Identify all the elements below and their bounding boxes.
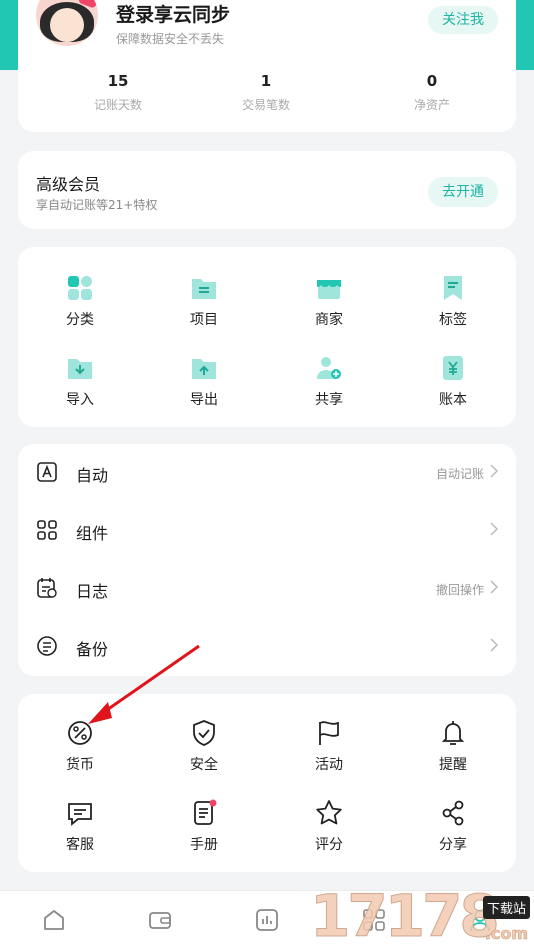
tool-export[interactable]: 导出 bbox=[142, 353, 266, 409]
more-label: 提醒 bbox=[439, 757, 467, 773]
more-currency[interactable]: 货币 bbox=[18, 718, 142, 774]
more-card: 货币 安全 活动 提醒 客服 手册 评分 分享 bbox=[18, 694, 516, 872]
watermark: 17178 下载站 .com bbox=[310, 882, 534, 950]
list-item-value: 撤回操作 bbox=[435, 583, 484, 597]
backup-icon bbox=[37, 636, 57, 656]
open-vip-button[interactable]: 去开通 bbox=[428, 177, 498, 207]
more-label: 货币 bbox=[66, 757, 94, 773]
chevron-right-icon bbox=[490, 464, 499, 478]
chevron-right-icon bbox=[490, 580, 499, 594]
tool-label: 共享 bbox=[315, 392, 343, 408]
more-share[interactable]: 分享 bbox=[391, 798, 515, 854]
more-label: 分享 bbox=[439, 837, 467, 853]
stat-value: 0 bbox=[426, 72, 438, 90]
share-icon bbox=[442, 800, 464, 826]
tool-label: 商家 bbox=[315, 312, 343, 328]
tool-import[interactable]: 导入 bbox=[18, 353, 142, 409]
settings-list: 自动 自动记账 组件 日志 撤回操作 备份 bbox=[18, 444, 516, 676]
more-rating[interactable]: 评分 bbox=[267, 798, 391, 854]
tool-tag[interactable]: 标签 bbox=[391, 273, 515, 329]
more-support[interactable]: 客服 bbox=[18, 798, 142, 854]
profile-card: 登录享云同步 保障数据安全不丢失 关注我 15 记账天数 1 交易笔数 0 净资… bbox=[18, 0, 516, 132]
more-label: 安全 bbox=[190, 757, 218, 773]
export-folder-icon bbox=[192, 359, 216, 379]
stat-label: 净资产 bbox=[413, 98, 450, 112]
list-item-log[interactable]: 日志 撤回操作 bbox=[18, 560, 516, 618]
more-manual[interactable]: 手册 bbox=[142, 798, 266, 854]
chevron-right-icon bbox=[490, 522, 499, 536]
ledger-yen-icon bbox=[443, 356, 463, 380]
list-item-label: 自动 bbox=[76, 466, 109, 485]
list-item-label: 备份 bbox=[76, 640, 109, 659]
vip-card[interactable]: 高级会员 享自动记账等21+特权 去开通 bbox=[18, 151, 516, 229]
tool-share[interactable]: 共享 bbox=[267, 353, 391, 409]
list-item-label: 组件 bbox=[76, 524, 109, 543]
flag-icon bbox=[319, 721, 339, 745]
tool-label: 导入 bbox=[66, 392, 94, 408]
chevron-right-icon bbox=[490, 638, 499, 652]
widgets-grid-icon bbox=[37, 520, 57, 540]
more-label: 客服 bbox=[66, 837, 94, 853]
tool-label: 分类 bbox=[66, 312, 94, 328]
login-title[interactable]: 登录享云同步 bbox=[116, 0, 230, 27]
watermark-domain: .com bbox=[484, 924, 528, 944]
tools-card: 分类 项目 商家 标签 导入 导出 共享 账本 bbox=[18, 247, 516, 427]
manual-book-icon bbox=[194, 799, 217, 825]
share-user-icon bbox=[317, 357, 341, 379]
home-icon[interactable] bbox=[41, 907, 67, 933]
vip-title: 高级会员 bbox=[36, 175, 101, 194]
auto-letter-a-icon bbox=[37, 462, 57, 482]
tool-label: 项目 bbox=[190, 312, 218, 328]
header-accent-left bbox=[0, 0, 20, 70]
login-subtitle: 保障数据安全不丢失 bbox=[116, 32, 225, 46]
bell-icon bbox=[441, 721, 465, 745]
percent-currency-icon bbox=[68, 721, 92, 745]
tool-merchant[interactable]: 商家 bbox=[267, 273, 391, 329]
tool-label: 账本 bbox=[439, 392, 467, 408]
list-item-value: 自动记账 bbox=[435, 467, 484, 481]
vip-subtitle: 享自动记账等21+特权 bbox=[36, 198, 158, 212]
store-icon bbox=[317, 280, 341, 299]
category-grid-icon bbox=[68, 276, 92, 300]
chat-bubble-icon bbox=[68, 803, 92, 826]
star-icon bbox=[316, 800, 342, 825]
list-item-widgets[interactable]: 组件 bbox=[18, 502, 516, 560]
more-security[interactable]: 安全 bbox=[142, 718, 266, 774]
stat-net-assets[interactable]: 0 净资产 bbox=[372, 72, 492, 113]
more-label: 评分 bbox=[315, 837, 343, 853]
tool-label: 标签 bbox=[439, 312, 467, 328]
list-item-label: 日志 bbox=[76, 582, 109, 601]
wallet-icon[interactable] bbox=[147, 907, 173, 933]
stats-icon[interactable] bbox=[254, 907, 280, 933]
watermark-digits: 17178 bbox=[310, 882, 501, 950]
stats-row: 15 记账天数 1 交易笔数 0 净资产 bbox=[18, 72, 516, 122]
stat-transactions[interactable]: 1 交易笔数 bbox=[206, 72, 326, 113]
watermark-tag: 下载站 bbox=[482, 896, 530, 919]
log-calendar-icon bbox=[37, 578, 57, 598]
bookmark-tag-icon bbox=[444, 276, 462, 300]
more-reminder[interactable]: 提醒 bbox=[391, 718, 515, 774]
project-folder-icon bbox=[192, 279, 216, 299]
import-folder-icon bbox=[68, 359, 92, 379]
header-accent-right bbox=[514, 0, 534, 70]
stat-value: 1 bbox=[260, 72, 272, 90]
tool-ledger[interactable]: 账本 bbox=[391, 353, 515, 409]
list-item-backup[interactable]: 备份 bbox=[18, 618, 516, 676]
tool-project[interactable]: 项目 bbox=[142, 273, 266, 329]
list-item-auto[interactable]: 自动 自动记账 bbox=[18, 444, 516, 502]
stat-label: 记账天数 bbox=[93, 98, 142, 112]
avatar-face bbox=[50, 8, 84, 42]
shield-check-icon bbox=[193, 720, 215, 746]
more-activity[interactable]: 活动 bbox=[267, 718, 391, 774]
stat-value: 15 bbox=[107, 72, 129, 90]
avatar[interactable] bbox=[36, 0, 98, 46]
tool-category[interactable]: 分类 bbox=[18, 273, 142, 329]
stat-days[interactable]: 15 记账天数 bbox=[58, 72, 178, 113]
stat-label: 交易笔数 bbox=[241, 98, 290, 112]
follow-button[interactable]: 关注我 bbox=[428, 6, 498, 34]
more-label: 活动 bbox=[315, 757, 343, 773]
more-label: 手册 bbox=[190, 837, 218, 853]
tool-label: 导出 bbox=[190, 392, 218, 408]
